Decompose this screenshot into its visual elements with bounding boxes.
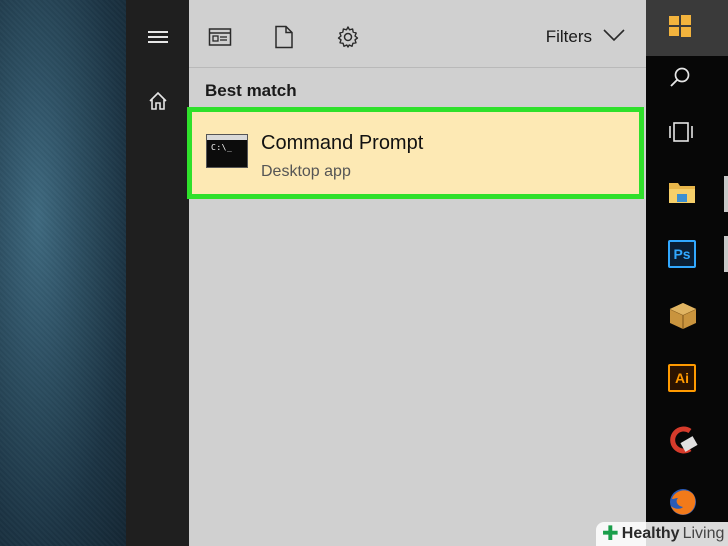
package-button[interactable] [646, 290, 728, 346]
hamburger-icon[interactable] [126, 12, 189, 62]
home-icon[interactable] [126, 76, 189, 126]
illustrator-icon-label: Ai [675, 370, 689, 386]
chevron-down-icon [602, 27, 626, 47]
command-prompt-result[interactable]: C:\_ Command Prompt Desktop app [187, 107, 644, 199]
document-view-icon[interactable] [205, 22, 235, 52]
ccleaner-icon [668, 425, 698, 460]
photoshop-icon-label: Ps [673, 246, 691, 262]
result-title: Command Prompt [261, 132, 424, 154]
start-menu-rail [126, 0, 189, 546]
watermark-brand-bold: Healthy [621, 525, 680, 542]
windows-logo-icon [668, 14, 692, 43]
photoshop-icon: Ps [668, 240, 696, 268]
gear-icon[interactable] [333, 22, 363, 52]
task-view-button[interactable] [646, 106, 728, 162]
illustrator-button[interactable]: Ai [646, 350, 728, 406]
best-match-heading: Best match [205, 81, 297, 100]
illustrator-icon: Ai [668, 364, 696, 392]
firefox-icon [668, 487, 698, 522]
taskbar: Ps Ai [646, 0, 728, 546]
search-toolbar: Filters [189, 0, 646, 68]
task-view-icon [668, 121, 694, 148]
plus-icon: ✚ [602, 523, 619, 545]
command-prompt-icon: C:\_ [206, 134, 248, 168]
search-icon [668, 66, 692, 95]
file-explorer-button[interactable] [646, 166, 728, 222]
search-button[interactable] [646, 52, 728, 108]
result-subtitle: Desktop app [261, 163, 351, 180]
watermark-brand-light: Living [682, 525, 725, 542]
file-icon[interactable] [269, 22, 299, 52]
start-button[interactable] [646, 0, 728, 56]
watermark: ✚ Healthy Living [596, 522, 728, 546]
desktop-background [0, 0, 126, 546]
photoshop-button[interactable]: Ps [646, 226, 728, 282]
command-prompt-icon-text: C:\_ [211, 143, 233, 152]
file-explorer-icon [668, 179, 696, 210]
search-results-panel: Filters Best match C:\_ Command Prompt D… [187, 0, 646, 546]
filters-label: Filters [545, 27, 592, 46]
ccleaner-button[interactable] [646, 414, 728, 470]
package-icon [668, 301, 698, 336]
filters-dropdown[interactable]: Filters [546, 22, 626, 52]
